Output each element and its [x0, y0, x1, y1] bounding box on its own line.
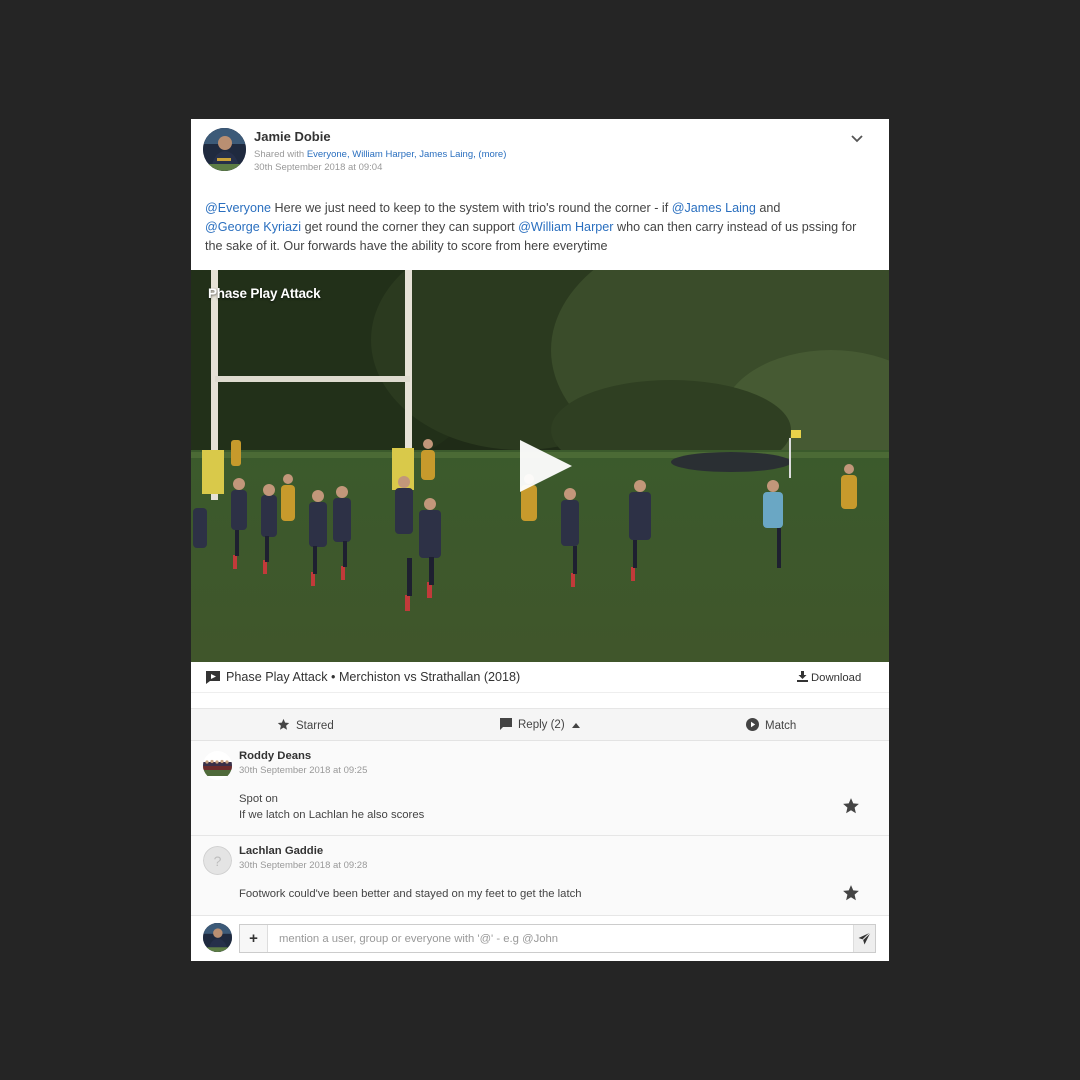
match-label: Match [765, 720, 797, 732]
clip-name: Phase Play Attack [226, 670, 328, 684]
reply-composer: + [191, 916, 889, 961]
shared-with-links[interactable]: Everyone, William Harper, James Laing, (… [307, 149, 507, 160]
comment-text: Footwork could've been better and stayed… [239, 886, 582, 902]
play-icon[interactable] [518, 438, 574, 494]
mention-james-laing[interactable]: @James Laing [672, 201, 756, 215]
author-avatar[interactable] [203, 128, 246, 171]
shared-prefix: Shared with [254, 149, 307, 160]
post-date: 30th September 2018 at 09:04 [254, 162, 383, 173]
post-text: get round the corner they can support [301, 220, 519, 234]
comment-text: Spot on If we latch on Lachlan he also sc… [239, 791, 424, 823]
mention-william-harper[interactable]: @William Harper [518, 220, 613, 234]
comment-item: ? Lachlan Gaddie 30th September 2018 at … [191, 836, 889, 916]
comment-author[interactable]: Lachlan Gaddie [239, 845, 323, 857]
clip-separator: • [327, 670, 339, 684]
comment-item: Roddy Deans 30th September 2018 at 09:25… [191, 741, 889, 836]
star-icon[interactable] [842, 797, 860, 815]
reply-label: Reply (2) [518, 719, 565, 731]
post-text: Here we just need to keep to the system … [271, 201, 672, 215]
clip-bar: Phase Play Attack • Merchiston vs Strath… [191, 662, 889, 693]
reply-icon [500, 718, 512, 730]
caret-up-icon [571, 723, 580, 728]
send-icon [858, 932, 871, 945]
video-title: Phase Play Attack [208, 286, 321, 301]
comment-line: Footwork could've been better and stayed… [239, 888, 582, 900]
comment-line: If we latch on Lachlan he also scores [239, 809, 425, 821]
starred-button[interactable]: Starred [277, 718, 334, 732]
star-icon[interactable] [842, 884, 860, 902]
download-label: Download [811, 672, 862, 684]
chevron-down-icon[interactable] [849, 131, 865, 145]
action-bar: Starred Reply (2) Match [191, 708, 889, 741]
commenter-avatar[interactable]: ? [203, 846, 232, 875]
download-button[interactable]: Download [797, 671, 861, 684]
download-icon [797, 671, 808, 682]
reply-input[interactable] [269, 925, 853, 952]
current-user-avatar [203, 923, 232, 952]
mention-george-kyriazi[interactable]: @George Kyriazi [205, 220, 301, 234]
mention-everyone[interactable]: @Everyone [205, 201, 271, 215]
comment-list: Roddy Deans 30th September 2018 at 09:25… [191, 741, 889, 916]
comment-line: Spot on [239, 793, 278, 805]
svg-text:?: ? [214, 853, 222, 869]
commenter-avatar[interactable] [203, 751, 232, 780]
starred-label: Starred [296, 720, 334, 732]
comment-video-icon [206, 671, 220, 684]
match-button[interactable]: Match [746, 718, 796, 732]
video-player[interactable]: Phase Play Attack [191, 270, 889, 662]
post-text: and [755, 201, 781, 215]
play-circle-icon [746, 718, 759, 731]
star-icon [277, 718, 290, 730]
shared-with: Shared with Everyone, William Harper, Ja… [254, 149, 506, 160]
post-card: Jamie Dobie Shared with Everyone, Willia… [191, 119, 889, 961]
post-body: @Everyone Here we just need to keep to t… [205, 199, 875, 256]
comment-author[interactable]: Roddy Deans [239, 750, 311, 762]
comment-date: 30th September 2018 at 09:28 [239, 860, 368, 871]
reply-toggle-button[interactable]: Reply (2) [500, 718, 580, 731]
reply-input-group: + [239, 924, 876, 953]
clip-match: Merchiston vs Strathallan (2018) [338, 670, 521, 684]
plus-icon[interactable]: + [240, 925, 268, 952]
comment-date: 30th September 2018 at 09:25 [239, 765, 368, 776]
send-button[interactable] [853, 925, 875, 952]
clip-title: Phase Play Attack • Merchiston vs Strath… [226, 670, 520, 684]
post-header: Jamie Dobie Shared with Everyone, Willia… [191, 119, 889, 185]
post-author[interactable]: Jamie Dobie [254, 129, 331, 144]
